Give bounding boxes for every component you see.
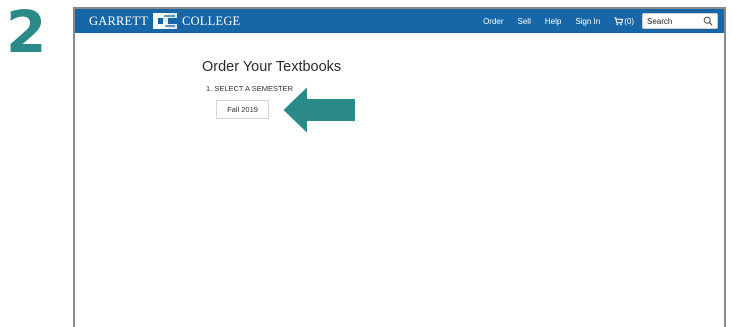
browser-frame: GARRETT COLLEGE Order Sell Help Sign In … (73, 7, 726, 327)
step-number: 2 (6, 0, 47, 66)
nav-links: Order Sell Help Sign In (0) (469, 9, 634, 33)
site-logo[interactable]: GARRETT COLLEGE (89, 9, 240, 33)
search-icon[interactable] (703, 16, 713, 26)
page-title: Order Your Textbooks (202, 59, 342, 75)
cart-icon (614, 16, 624, 25)
cart-button[interactable]: (0) (614, 17, 634, 26)
top-navbar: GARRETT COLLEGE Order Sell Help Sign In … (75, 9, 724, 33)
search-box (642, 13, 718, 29)
search-input[interactable] (643, 14, 701, 28)
logo-text-right: COLLEGE (182, 13, 241, 28)
nav-help-link[interactable]: Help (545, 17, 561, 26)
gc-logo-icon (153, 13, 178, 29)
nav-sign-in-link[interactable]: Sign In (575, 17, 600, 26)
cart-count: (0) (624, 16, 634, 26)
nav-order-link[interactable]: Order (483, 17, 503, 26)
nav-sell-link[interactable]: Sell (518, 17, 531, 26)
left-arrow-icon (281, 84, 357, 136)
semester-fall-2019-button[interactable]: Fall 2019 (216, 100, 269, 119)
logo-text-left: GARRETT (89, 13, 149, 28)
